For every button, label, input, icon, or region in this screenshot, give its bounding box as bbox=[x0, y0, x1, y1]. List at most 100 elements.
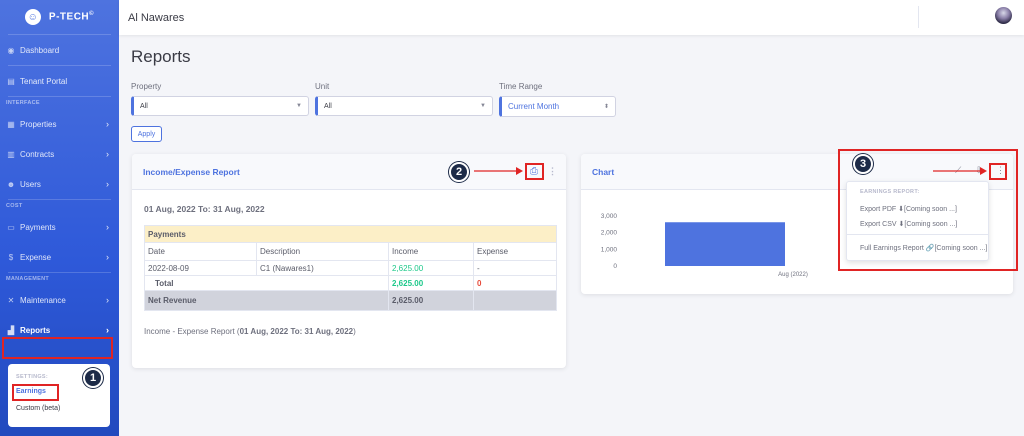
chart-bar[interactable] bbox=[665, 222, 785, 266]
y-tick-label: 3,000 bbox=[601, 213, 618, 220]
unit-select-value: All bbox=[324, 102, 332, 110]
sidebar-heading-interface: INTERFACE bbox=[6, 100, 40, 106]
menu-item-note: [Coming soon ...] bbox=[904, 206, 957, 213]
menu-divider bbox=[847, 234, 988, 235]
avatar[interactable] bbox=[995, 7, 1012, 24]
menu-item-export-pdf[interactable]: Export PDF ⬇[Coming soon ...] bbox=[860, 205, 957, 213]
contract-icon: ▥ bbox=[7, 149, 15, 159]
caret-down-icon: ▼ bbox=[296, 103, 302, 109]
property-label: Property bbox=[131, 82, 162, 91]
property-select-value: All bbox=[140, 102, 148, 110]
kebab-icon[interactable]: ⋮ bbox=[996, 165, 1005, 176]
sidebar-item-tenant-portal[interactable]: ▤ Tenant Portal bbox=[0, 66, 119, 96]
column-header: Income bbox=[388, 242, 474, 261]
time-range-value: Current Month bbox=[508, 102, 560, 111]
highlight-earnings bbox=[12, 384, 59, 401]
brand[interactable]: ☺ P-TECH© bbox=[0, 0, 119, 34]
time-range-select[interactable]: Current Month ⬍ bbox=[499, 96, 616, 117]
menu-item-export-csv[interactable]: Export CSV ⬇[Coming soon ...] bbox=[860, 220, 957, 228]
sidebar-item-label: Reports bbox=[20, 325, 51, 335]
sidebar-item-dashboard[interactable]: ◉ Dashboard bbox=[0, 35, 119, 65]
submenu-item-custom[interactable]: Custom (beta) bbox=[16, 405, 102, 412]
x-tick-label: Aug (2022) bbox=[778, 272, 808, 278]
table-row: 2022-08-09 C1 (Nawares1) 2,625.00 - bbox=[144, 260, 557, 276]
topbar-title: Al Nawares bbox=[128, 11, 185, 24]
sort-icon: ⬍ bbox=[603, 104, 609, 110]
total-expense: 0 bbox=[473, 275, 557, 291]
cell-date: 2022-08-09 bbox=[144, 260, 257, 276]
callout-2: 2 bbox=[449, 162, 469, 182]
apply-button[interactable]: Apply bbox=[131, 126, 162, 142]
cell-income: 2,625.00 bbox=[388, 260, 474, 276]
y-tick-label: 0 bbox=[613, 263, 617, 270]
total-label: Total bbox=[144, 275, 389, 291]
column-header: Expense bbox=[473, 242, 557, 261]
unit-select[interactable]: All ▼ bbox=[315, 96, 493, 116]
menu-item-note: [Coming soon ...] bbox=[934, 245, 988, 252]
money-icon: ▭ bbox=[7, 222, 15, 232]
net-revenue-value: 2,625.00 bbox=[388, 290, 474, 311]
chevron-down-icon: › bbox=[106, 325, 109, 335]
sidebar-item-label: Payments bbox=[20, 222, 56, 232]
page-title: Reports bbox=[131, 47, 191, 66]
chevron-right-icon: › bbox=[106, 295, 109, 305]
menu-item-label: Full Earnings Report bbox=[860, 245, 924, 252]
kebab-icon[interactable]: ⋮ bbox=[548, 166, 557, 177]
chart-svg: 3,000 2,000 1,000 0 Aug (2022) bbox=[601, 213, 808, 278]
chevron-right-icon: › bbox=[106, 119, 109, 129]
report-period: 01 Aug, 2022 To: 31 Aug, 2022 bbox=[144, 204, 265, 214]
brand-name: P-TECH© bbox=[48, 11, 95, 23]
income-expense-title: Income/Expense Report bbox=[143, 166, 240, 177]
unit-label: Unit bbox=[315, 82, 330, 91]
footer-text-end: ) bbox=[353, 327, 356, 336]
cell-expense: - bbox=[473, 260, 557, 276]
chart-dropdown-menu: EARNINGS REPORT: Export PDF ⬇[Coming soo… bbox=[846, 181, 989, 261]
sidebar-heading-cost: COST bbox=[6, 203, 23, 209]
arrow-to-kebab bbox=[933, 167, 987, 175]
property-select[interactable]: All ▼ bbox=[131, 96, 309, 116]
tools-icon: ✕ bbox=[7, 295, 15, 305]
table-header-row: Date Description Income Expense bbox=[144, 242, 557, 261]
footer-period: 01 Aug, 2022 To: 31 Aug, 2022 bbox=[239, 327, 354, 336]
time-range-label: Time Range bbox=[499, 82, 543, 91]
chevron-right-icon: › bbox=[106, 252, 109, 262]
arrow-to-print bbox=[474, 167, 523, 175]
footer-text: Income - Expense Report ( bbox=[144, 327, 240, 336]
sidebar-item-contracts[interactable]: ▥ Contracts › bbox=[0, 139, 119, 169]
report-footer: Income - Expense Report (01 Aug, 2022 To… bbox=[144, 327, 356, 336]
dashboard-icon: ◉ bbox=[7, 45, 15, 55]
sidebar-item-label: Users bbox=[20, 179, 41, 189]
chart-title: Chart bbox=[592, 166, 615, 177]
report-table: Payments Date Description Income Expense… bbox=[144, 225, 557, 311]
net-revenue-row: Net Revenue 2,625.00 bbox=[144, 290, 557, 311]
sidebar-item-users[interactable]: ☻ Users › bbox=[0, 169, 119, 199]
cell-description: C1 (Nawares1) bbox=[256, 260, 389, 276]
menu-heading: EARNINGS REPORT: bbox=[860, 189, 920, 195]
chevron-right-icon: › bbox=[106, 179, 109, 189]
sidebar-item-properties[interactable]: ▦ Properties › bbox=[0, 109, 119, 139]
net-revenue-empty bbox=[473, 290, 557, 311]
chevron-right-icon: › bbox=[106, 222, 109, 232]
sidebar-item-label: Contracts bbox=[20, 149, 55, 159]
total-income: 2,625.00 bbox=[388, 275, 474, 291]
table-row: Payments bbox=[144, 225, 557, 243]
column-header: Date bbox=[144, 242, 257, 261]
income-expense-card: Income/Expense Report ⋮ 01 Aug, 2022 To:… bbox=[132, 154, 566, 368]
sidebar-item-label: Dashboard bbox=[20, 45, 60, 55]
highlight-reports bbox=[2, 337, 113, 359]
chevron-right-icon: › bbox=[106, 149, 109, 159]
building-icon: ▤ bbox=[7, 76, 15, 86]
sidebar-item-expense[interactable]: $ Expense › bbox=[0, 242, 119, 272]
print-icon[interactable]: ⎙ bbox=[530, 166, 538, 177]
sidebar-item-maintenance[interactable]: ✕ Maintenance › bbox=[0, 285, 119, 315]
properties-icon: ▦ bbox=[7, 119, 15, 129]
sidebar-item-label: Expense bbox=[20, 252, 52, 262]
sidebar-item-payments[interactable]: ▭ Payments › bbox=[0, 212, 119, 242]
section-heading: Payments bbox=[144, 225, 557, 243]
topbar-divider bbox=[918, 6, 919, 28]
menu-item-full-report[interactable]: Full Earnings Report 🔗[Coming soon ...] bbox=[860, 244, 987, 252]
caret-down-icon: ▼ bbox=[480, 103, 486, 109]
sidebar-heading-management: MANAGEMENT bbox=[6, 276, 50, 282]
callout-3: 3 bbox=[853, 154, 873, 174]
users-icon: ☻ bbox=[6, 179, 16, 189]
